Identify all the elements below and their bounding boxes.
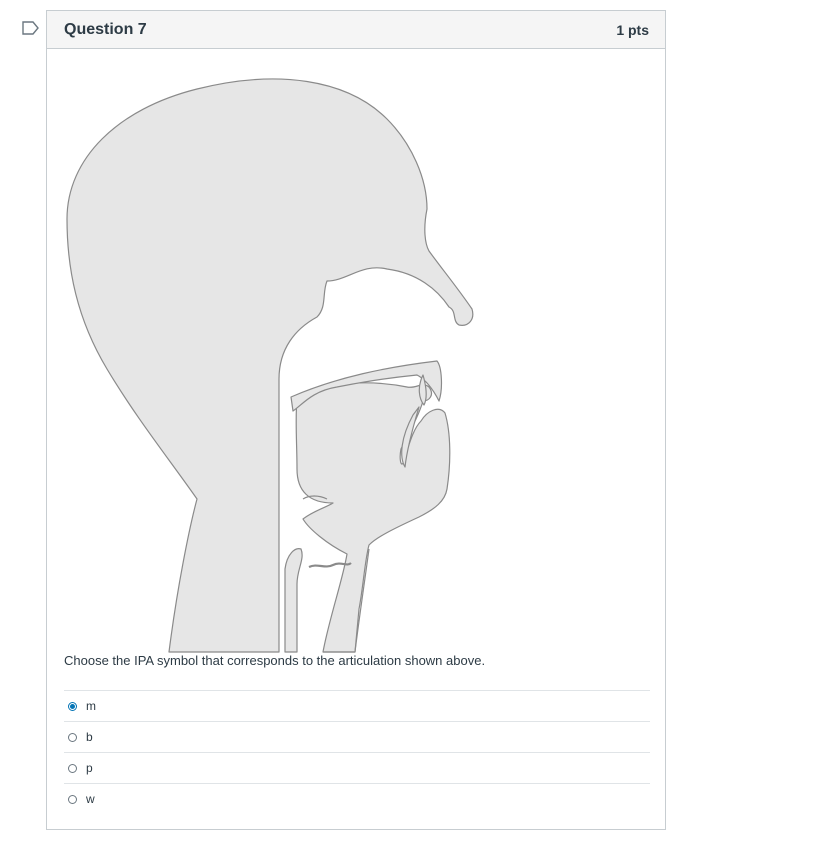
answer-label: b	[86, 730, 93, 744]
answer-label: m	[86, 699, 96, 713]
answer-option-m[interactable]: m	[64, 690, 650, 721]
question-title: Question 7	[64, 20, 147, 38]
radio-unselected-icon[interactable]	[68, 732, 77, 742]
bookmark-flag-icon[interactable]	[22, 21, 40, 35]
answer-option-w[interactable]: w	[64, 783, 650, 814]
question-points: 1 pts	[616, 21, 649, 38]
answer-option-p[interactable]: p	[64, 752, 650, 783]
question-header: Question 7 1 pts	[47, 11, 665, 49]
jaw-and-tongue	[295, 382, 451, 653]
vocal-tract-diagram	[66, 78, 474, 653]
question-prompt: Choose the IPA symbol that corresponds t…	[64, 653, 486, 668]
pharynx-column	[284, 548, 303, 653]
answer-label: p	[86, 761, 93, 775]
answer-label: w	[86, 792, 95, 806]
answer-list: m b p w	[64, 690, 650, 814]
question-card: Question 7 1 pts Choose the IPA symbol t…	[46, 10, 666, 830]
radio-unselected-icon[interactable]	[68, 794, 77, 804]
radio-unselected-icon[interactable]	[68, 763, 77, 773]
answer-option-b[interactable]: b	[64, 721, 650, 752]
radio-selected-icon[interactable]	[68, 701, 77, 711]
